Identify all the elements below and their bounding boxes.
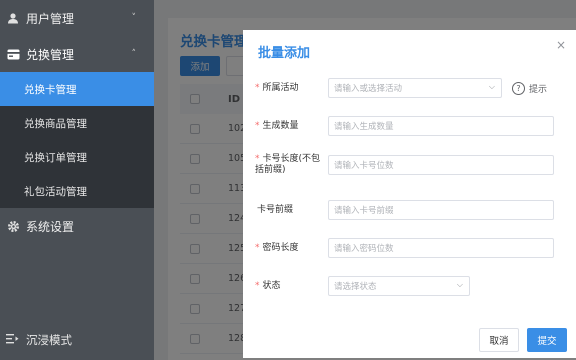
form-row-quantity: * 生成数量 请输入生成数量 <box>255 116 565 136</box>
card-prefix-placeholder: 请输入卡号前缀 <box>334 206 394 216</box>
required-mark: * <box>255 242 260 253</box>
sidebar-group-label: 用户管理 <box>26 11 75 26</box>
collapse-icon <box>6 333 20 347</box>
chevron-down-icon: ⌵ <box>456 280 463 289</box>
required-mark: * <box>255 82 260 93</box>
user-icon <box>6 11 20 25</box>
field-label: * 密码长度 <box>255 242 299 253</box>
field-label: 卡号前缀 <box>257 204 294 215</box>
activity-select[interactable]: 请输入或选择活动 ⌵ <box>328 78 502 98</box>
chevron-down-icon: ˅ <box>131 13 137 23</box>
form-row-password-length: * 密码长度 请输入密码位数 <box>255 238 565 258</box>
chevron-up-icon: ˄ <box>131 49 137 59</box>
card-length-input[interactable]: 请输入卡号位数 <box>328 155 554 175</box>
sidebar-item-order-management[interactable]: 兑换订单管理 <box>0 140 154 174</box>
sidebar-item-product-management[interactable]: 兑换商品管理 <box>0 106 154 140</box>
password-length-placeholder: 请输入密码位数 <box>334 244 394 254</box>
card-length-placeholder: 请输入卡号位数 <box>334 161 394 171</box>
sidebar: 用户管理 ˅ 兑换管理 ˄ 兑换卡管理 兑换商品管理 兑换订单管理 礼包活动管理… <box>0 0 154 360</box>
field-label: * 卡号长度(不包括前缀) <box>255 154 321 175</box>
quantity-input[interactable]: 请输入生成数量 <box>328 116 554 136</box>
required-mark: * <box>255 120 260 131</box>
batch-add-dialog: 批量添加 × * 所属活动 请输入或选择活动 ⌵ ? 提示 * 生成数量 请输入生成… <box>243 30 576 358</box>
sidebar-submenu: 兑换卡管理 兑换商品管理 兑换订单管理 礼包活动管理 <box>0 72 154 208</box>
question-icon: ? <box>512 81 525 95</box>
dialog-title: 批量添加 <box>258 46 311 61</box>
close-icon[interactable]: × <box>554 38 568 52</box>
immersive-mode-label: 沉浸模式 <box>26 333 72 347</box>
password-length-input[interactable]: 请输入密码位数 <box>328 238 554 258</box>
field-label: * 所属活动 <box>255 82 299 93</box>
sidebar-item-card-management[interactable]: 兑换卡管理 <box>0 72 154 106</box>
sidebar-group-label: 兑换管理 <box>26 47 75 62</box>
form-row-card-prefix: 卡号前缀 请输入卡号前缀 <box>255 200 565 220</box>
form-row-activity: * 所属活动 请输入或选择活动 ⌵ ? 提示 <box>255 78 565 98</box>
required-mark: * <box>255 280 260 291</box>
sidebar-group-system-settings[interactable]: 系统设置 <box>0 208 154 244</box>
field-label: * 状态 <box>255 280 281 291</box>
sidebar-group-exchange-management[interactable]: 兑换管理 ˄ <box>0 36 154 72</box>
quantity-placeholder: 请输入生成数量 <box>334 122 394 132</box>
status-placeholder: 请选择状态 <box>334 282 377 292</box>
card-icon <box>6 47 20 61</box>
sidebar-group-user-management[interactable]: 用户管理 ˅ <box>0 0 154 36</box>
gear-icon <box>6 219 20 233</box>
sidebar-item-gift-activity-management[interactable]: 礼包活动管理 <box>0 174 154 208</box>
chevron-down-icon: ⌵ <box>488 82 495 91</box>
field-label: * 生成数量 <box>255 120 299 131</box>
form-row-status: * 状态 请选择状态 ⌵ <box>255 276 565 296</box>
status-select[interactable]: 请选择状态 ⌵ <box>328 276 470 296</box>
cancel-button[interactable]: 取消 <box>479 328 519 352</box>
immersive-mode-toggle[interactable]: 沉浸模式 <box>0 320 154 360</box>
sidebar-group-label: 系统设置 <box>26 219 75 234</box>
card-prefix-input[interactable]: 请输入卡号前缀 <box>328 200 554 220</box>
activity-placeholder: 请输入或选择活动 <box>334 84 403 94</box>
form-row-card-length: * 卡号长度(不包括前缀) 请输入卡号位数 <box>255 154 565 176</box>
required-mark: * <box>255 154 260 164</box>
hint-link[interactable]: ? 提示 <box>512 81 548 95</box>
hint-label: 提示 <box>529 84 548 95</box>
submit-button[interactable]: 提交 <box>527 328 567 352</box>
